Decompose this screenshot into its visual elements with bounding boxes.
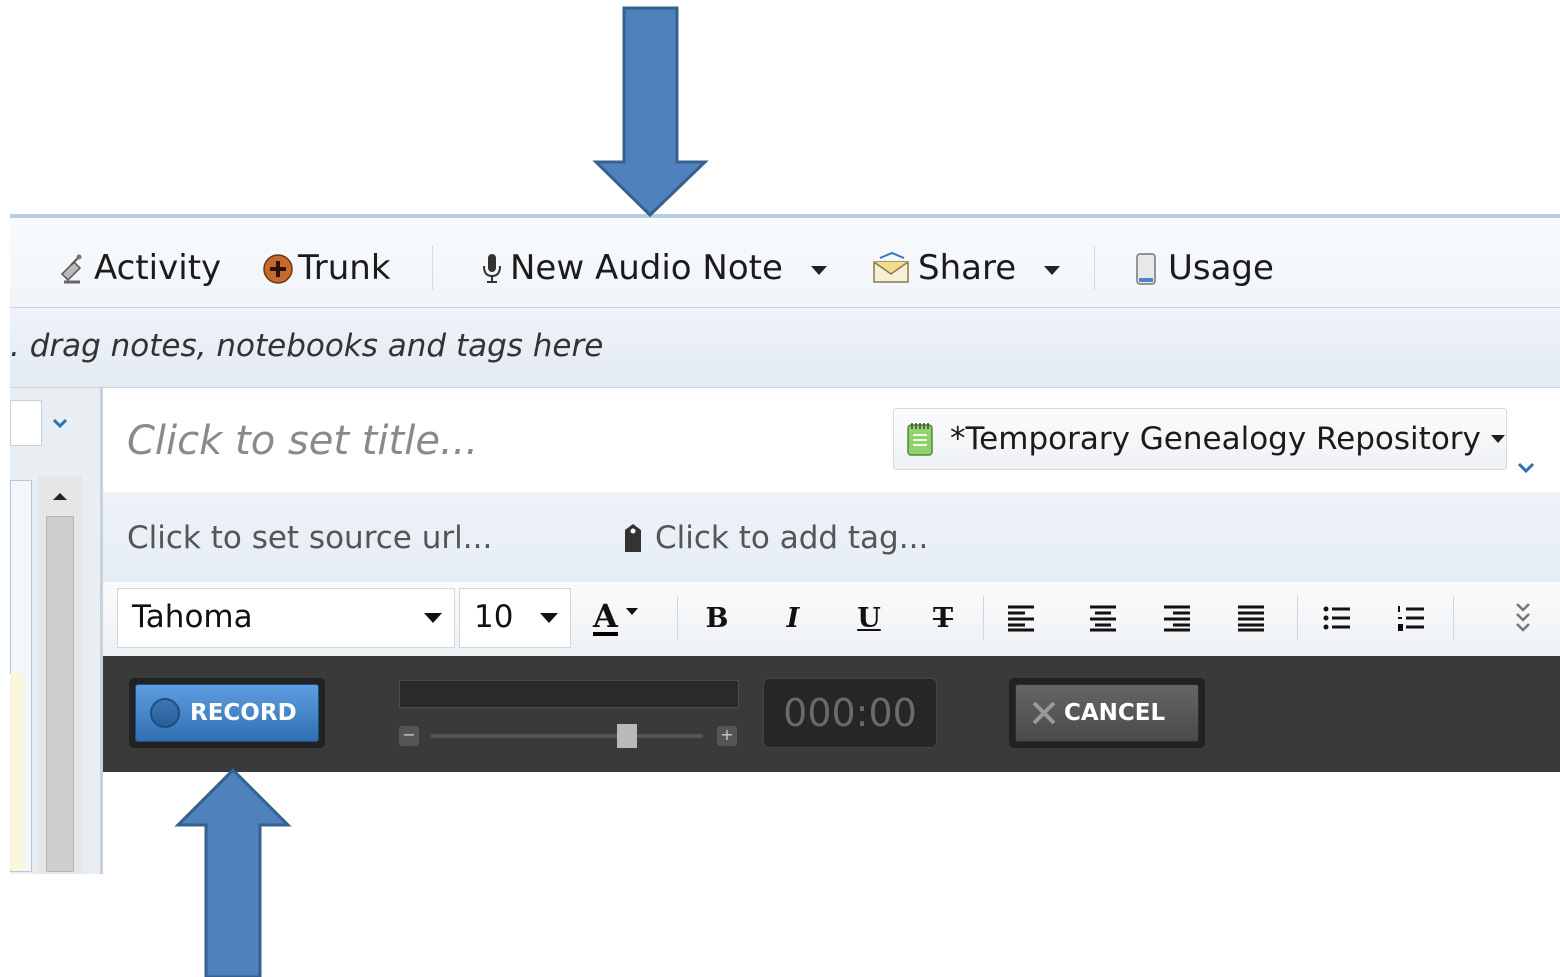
toolbar-divider — [1297, 596, 1298, 640]
toolbar-divider — [432, 246, 433, 290]
audio-recorder-bar: RECORD − + 000:00 CANCEL — [103, 656, 1560, 772]
shortcuts-bar[interactable]: . drag notes, notebooks and tags here — [10, 308, 1560, 388]
chevron-down-icon[interactable] — [1044, 265, 1061, 275]
note-body[interactable] — [103, 772, 1560, 874]
font-family-value: Tahoma — [132, 599, 253, 635]
audio-level-meter — [399, 680, 739, 708]
font-color-button[interactable]: A — [593, 598, 663, 638]
envelope-icon — [872, 251, 912, 284]
toolbar-divider — [1094, 246, 1095, 290]
new-audio-note-label: New Audio Note — [510, 248, 783, 288]
note-meta-bar: Click to set source url... Click to add … — [103, 492, 1560, 583]
shortcuts-hint: . drag notes, notebooks and tags here — [10, 328, 604, 364]
activity-label: Activity — [94, 248, 222, 288]
chevron-down-icon[interactable] — [625, 607, 638, 615]
more-options-icon[interactable] — [1503, 598, 1543, 638]
toolbar-divider — [983, 596, 984, 640]
trunk-button[interactable]: Trunk — [260, 246, 391, 290]
underline-button[interactable]: U — [849, 598, 889, 638]
slider-thumb[interactable] — [616, 724, 637, 748]
cancel-label: CANCEL — [1064, 700, 1166, 726]
search-box-edge[interactable] — [10, 400, 42, 446]
record-label: RECORD — [190, 700, 297, 726]
satellite-dish-icon — [56, 252, 88, 284]
font-color-label: A — [593, 597, 618, 636]
microphone-icon — [480, 252, 504, 284]
notebook-icon — [906, 421, 936, 457]
main-toolbar: Activity Trunk New Audio Note Share Usag… — [10, 214, 1560, 308]
italic-button[interactable]: I — [773, 598, 813, 638]
activity-button[interactable]: Activity — [56, 246, 221, 290]
cancel-button[interactable]: CANCEL — [1015, 684, 1199, 742]
scroll-up-icon[interactable] — [52, 486, 68, 505]
usage-button[interactable]: Usage — [1134, 246, 1274, 290]
volume-slider[interactable]: − + — [399, 724, 739, 750]
chevron-down-icon[interactable] — [52, 414, 68, 433]
trunk-label: Trunk — [298, 248, 391, 288]
scrollbar[interactable] — [38, 476, 82, 874]
new-audio-note-button[interactable]: New Audio Note — [480, 246, 827, 290]
chevron-down-icon[interactable] — [540, 613, 558, 623]
tag-placeholder: Click to add tag... — [655, 520, 929, 556]
font-family-select[interactable]: Tahoma — [117, 588, 455, 648]
usage-label: Usage — [1168, 248, 1274, 288]
font-size-select[interactable]: 10 — [459, 588, 571, 648]
align-right-icon[interactable] — [1157, 598, 1197, 638]
notebook-selector[interactable]: *Temporary Genealogy Repository — [893, 408, 1507, 470]
note-list-panel — [10, 388, 100, 874]
chevron-down-icon[interactable] — [810, 265, 827, 275]
align-center-icon[interactable] — [1083, 598, 1123, 638]
bold-button[interactable]: B — [697, 598, 737, 638]
tag-icon — [621, 522, 645, 554]
align-left-icon[interactable] — [1001, 598, 1041, 638]
note-header: Click to set title... *Temporary Genealo… — [103, 388, 1560, 493]
numbered-list-icon[interactable] — [1391, 598, 1431, 638]
strikethrough-button[interactable]: T — [923, 598, 963, 638]
align-justify-icon[interactable] — [1231, 598, 1271, 638]
usage-meter-icon — [1134, 252, 1162, 285]
bullet-list-icon[interactable] — [1317, 598, 1357, 638]
source-url-input[interactable]: Click to set source url... — [127, 520, 492, 556]
toolbar-divider — [677, 596, 678, 640]
evernote-window: Activity Trunk New Audio Note Share Usag… — [10, 214, 1560, 874]
chevron-down-icon[interactable] — [424, 613, 442, 623]
down-arrow-icon — [592, 6, 709, 218]
share-label: Share — [918, 248, 1017, 288]
share-button[interactable]: Share — [872, 246, 1061, 290]
record-button[interactable]: RECORD — [135, 684, 319, 742]
record-circle-icon — [150, 698, 180, 728]
note-editor: Click to set title... *Temporary Genealo… — [100, 388, 1560, 874]
expand-chevron-icon[interactable] — [1517, 458, 1535, 477]
close-icon — [1030, 699, 1058, 727]
volume-up-icon[interactable]: + — [717, 726, 737, 746]
formatting-toolbar: Tahoma 10 A B I U T — [103, 582, 1560, 656]
toolbar-divider — [1453, 596, 1454, 640]
notebook-name: *Temporary Genealogy Repository — [950, 421, 1481, 457]
chevron-down-icon[interactable] — [1490, 435, 1505, 443]
slider-track[interactable] — [431, 734, 703, 738]
record-timer: 000:00 — [763, 678, 937, 748]
scrollbar-thumb[interactable] — [46, 516, 74, 872]
tag-input[interactable]: Click to add tag... — [621, 520, 928, 556]
note-list-highlight — [10, 674, 24, 870]
trunk-icon — [260, 252, 293, 284]
note-title-input[interactable]: Click to set title... — [127, 418, 478, 464]
volume-down-icon[interactable]: − — [399, 726, 419, 746]
font-size-value: 10 — [474, 599, 514, 635]
